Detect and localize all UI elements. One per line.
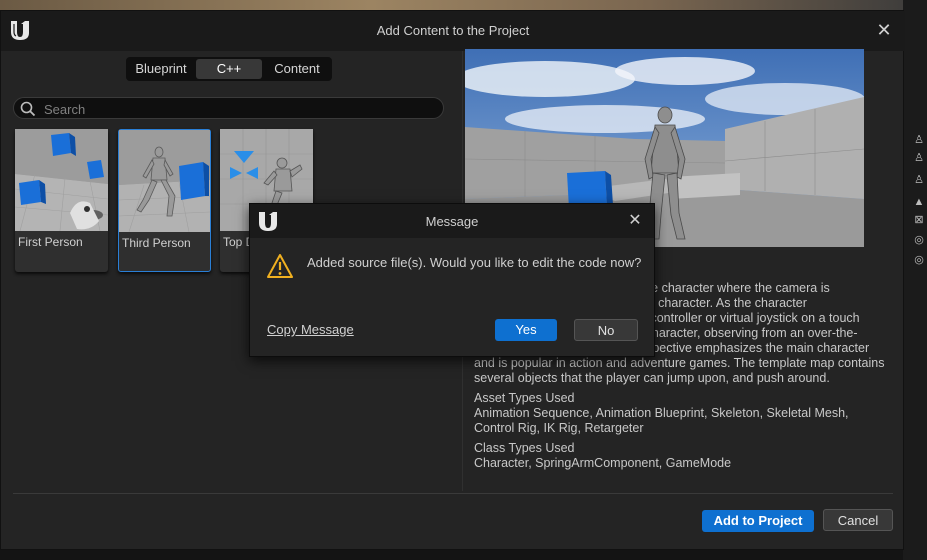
- footer-divider: [13, 493, 893, 494]
- person-icon[interactable]: ♙: [913, 152, 925, 164]
- person-icon[interactable]: ♙: [913, 174, 925, 186]
- tab-cpp[interactable]: C++: [196, 59, 262, 79]
- description-line: several objects that the player can jump…: [474, 371, 830, 385]
- tab-blueprint[interactable]: Blueprint: [128, 59, 194, 79]
- close-box-icon[interactable]: ⊠: [913, 214, 925, 226]
- dialog-title: Message: [425, 214, 479, 229]
- template-label: First Person: [18, 235, 83, 249]
- no-button[interactable]: No: [574, 319, 638, 341]
- template-label: Third Person: [122, 236, 191, 250]
- description-line: and is popular in action and adventure g…: [474, 356, 885, 370]
- message-dialog: Message ✕ Added source file(s). Would yo…: [249, 203, 655, 357]
- background-side-toolbar: ♙ ♙ ♙ ▲ ⊠ ◎ ◎: [903, 0, 927, 560]
- cancel-button[interactable]: Cancel: [823, 509, 893, 531]
- close-icon[interactable]: ✕: [624, 210, 646, 232]
- asset-types-line: Animation Sequence, Animation Blueprint,…: [474, 406, 849, 420]
- asset-types-line: Control Rig, IK Rig, Retargeter: [474, 421, 644, 435]
- first-person-thumbnail: [15, 129, 108, 231]
- search-icon: [20, 101, 36, 117]
- window-title: Add Content to the Project: [376, 23, 530, 38]
- class-types-line: Character, SpringArmComponent, GameMode: [474, 456, 732, 470]
- window-titlebar[interactable]: Add Content to the Project ✕: [1, 11, 905, 51]
- mountain-icon[interactable]: ▲: [913, 196, 925, 208]
- circle-icon[interactable]: ◎: [913, 254, 925, 266]
- person-icon[interactable]: ♙: [913, 134, 925, 146]
- warning-icon: [267, 254, 293, 278]
- dialog-message: Added source file(s). Would you like to …: [307, 255, 642, 270]
- tab-content[interactable]: Content: [264, 59, 330, 79]
- close-icon[interactable]: ✕: [873, 19, 895, 41]
- class-types-heading: Class Types Used: [474, 441, 575, 455]
- third-person-thumbnail: [119, 130, 212, 232]
- language-tab-bar: Blueprint C++ Content: [126, 57, 332, 81]
- circle-icon[interactable]: ◎: [913, 234, 925, 246]
- copy-message-link[interactable]: Copy Message: [267, 322, 354, 337]
- add-to-project-button[interactable]: Add to Project: [702, 510, 814, 532]
- search-box[interactable]: [13, 97, 444, 119]
- template-tile-third-person[interactable]: Third Person: [118, 129, 211, 272]
- template-tile-first-person[interactable]: First Person: [15, 129, 108, 272]
- asset-types-heading: Asset Types Used: [474, 391, 575, 405]
- search-input[interactable]: [42, 99, 441, 119]
- dialog-titlebar[interactable]: Message ✕: [250, 204, 654, 238]
- yes-button[interactable]: Yes: [495, 319, 557, 341]
